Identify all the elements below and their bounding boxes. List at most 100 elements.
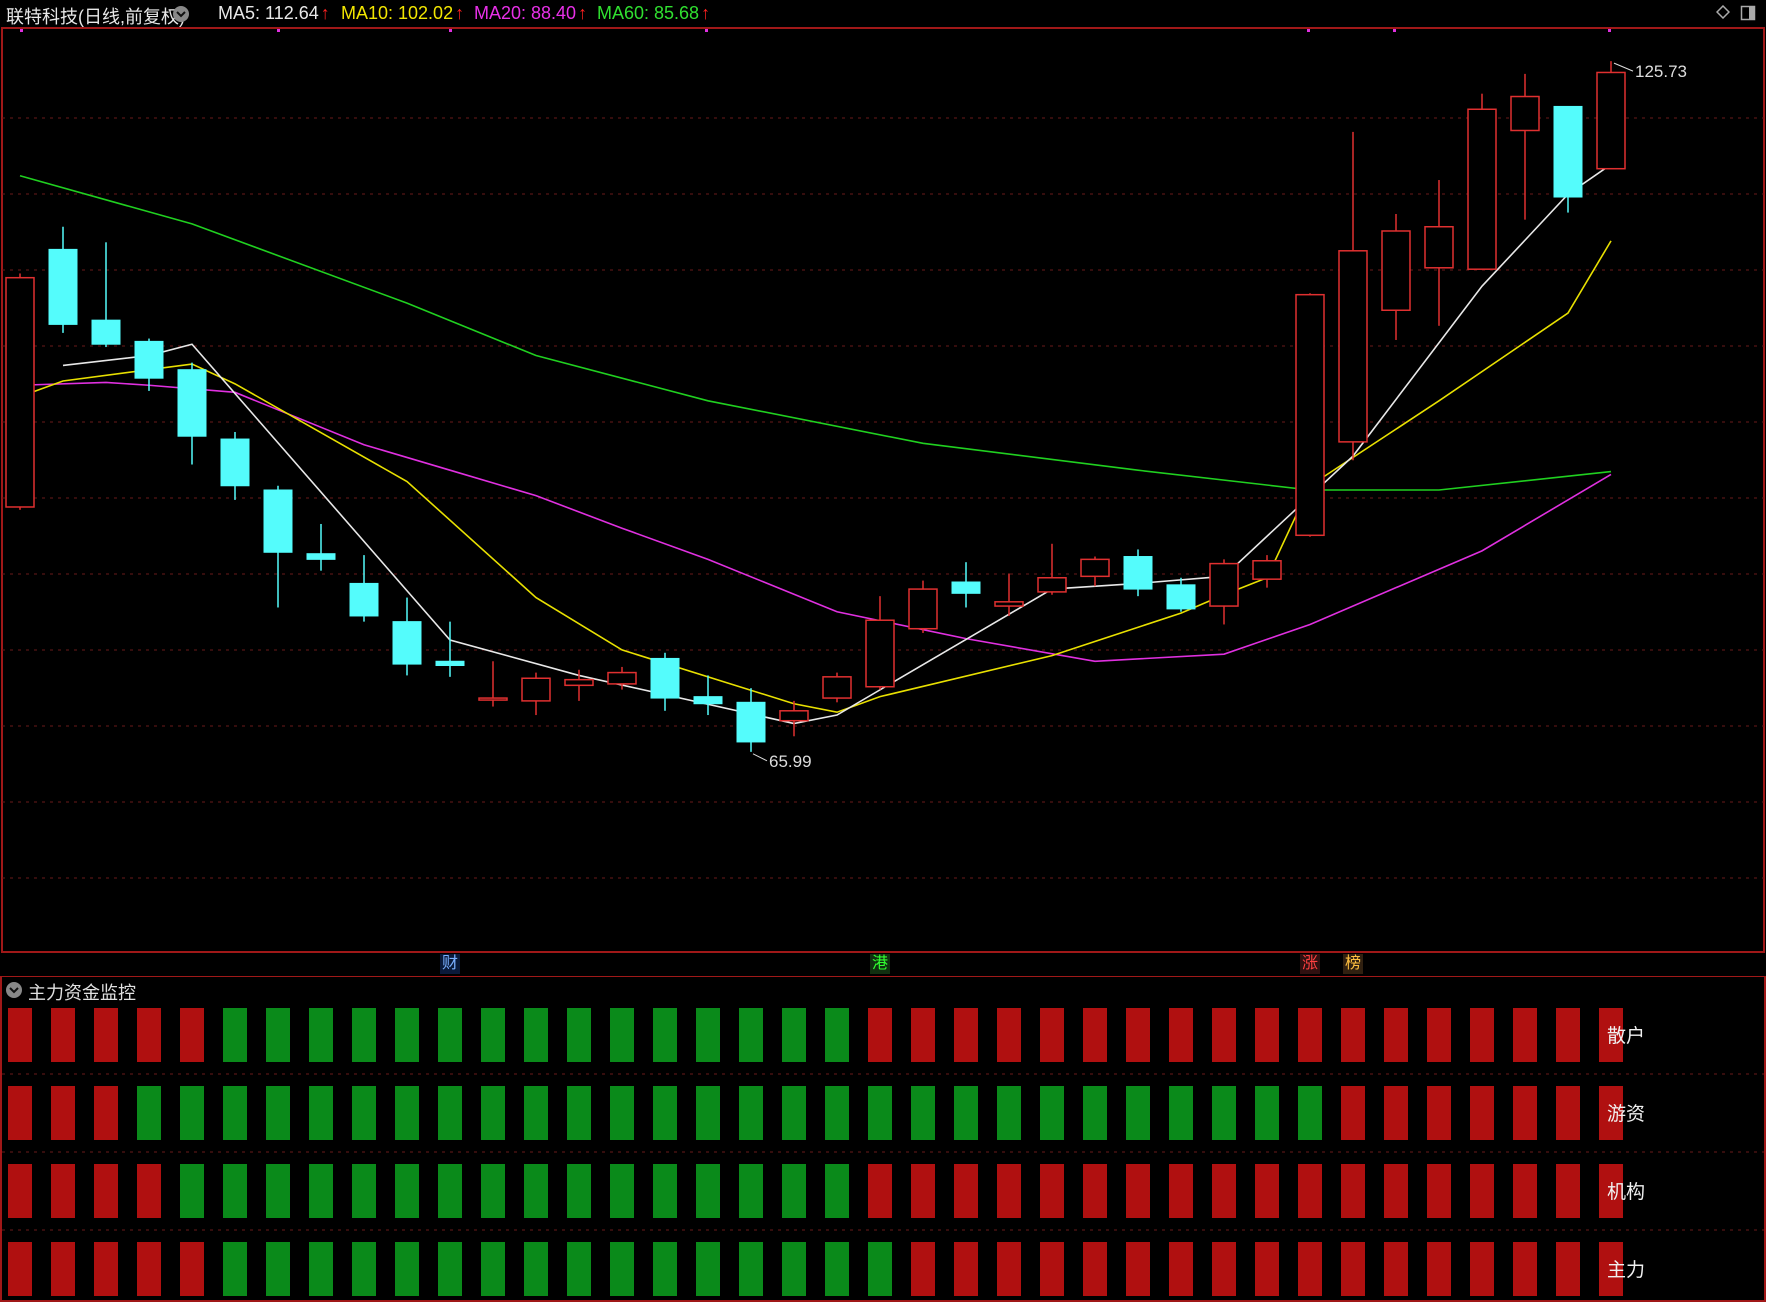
flow-bar (610, 1086, 634, 1140)
flow-bar (1341, 1008, 1365, 1062)
flow-bar (8, 1164, 32, 1218)
flow-row: 主力 (2, 1229, 1764, 1296)
candle (263, 485, 293, 608)
flow-bar (524, 1008, 548, 1062)
flow-bar (1470, 1242, 1494, 1296)
flow-bar (438, 1008, 462, 1062)
flow-bar (1040, 1008, 1064, 1062)
flow-bar (739, 1008, 763, 1062)
candle (1381, 214, 1411, 340)
candle (1338, 131, 1368, 461)
event-marker[interactable]: 涨 (1300, 954, 1321, 974)
flow-bar (1341, 1242, 1365, 1296)
flow-bar (782, 1242, 806, 1296)
flow-bar (1298, 1242, 1322, 1296)
flow-bar (653, 1164, 677, 1218)
event-marker[interactable]: 财 (440, 954, 461, 974)
flow-bar (1470, 1086, 1494, 1140)
flow-bar (567, 1086, 591, 1140)
flow-bar (825, 1086, 849, 1140)
flow-bar (1040, 1164, 1064, 1218)
candle (1596, 61, 1626, 170)
flow-bar (395, 1086, 419, 1140)
flow-bar (481, 1242, 505, 1296)
flow-bar (1212, 1164, 1236, 1218)
event-marker[interactable]: 港 (870, 954, 891, 974)
flow-bar (481, 1164, 505, 1218)
flow-bar (1040, 1242, 1064, 1296)
flow-bar (137, 1242, 161, 1296)
flow-bar (782, 1008, 806, 1062)
flow-bar (1126, 1086, 1150, 1140)
candle (1209, 559, 1239, 625)
flow-bar (1255, 1008, 1279, 1062)
flow-bar (180, 1164, 204, 1218)
candle (951, 562, 981, 608)
flow-bar (1427, 1242, 1451, 1296)
flow-bar (51, 1008, 75, 1062)
flow-bar (266, 1086, 290, 1140)
candle (478, 661, 508, 707)
flow-bar (180, 1008, 204, 1062)
flow-bar (997, 1086, 1021, 1140)
flow-bar (1212, 1008, 1236, 1062)
money-flow-chart[interactable]: 散户游资机构主力 (0, 976, 1766, 1302)
flow-bar (1470, 1164, 1494, 1218)
flow-bar (223, 1242, 247, 1296)
flow-bar (1169, 1164, 1193, 1218)
flow-bar (653, 1086, 677, 1140)
flow-bar (1083, 1008, 1107, 1062)
flow-bar (868, 1242, 892, 1296)
candle (1037, 543, 1067, 595)
flow-bar (911, 1086, 935, 1140)
flow-bar (911, 1164, 935, 1218)
flow-bar (954, 1086, 978, 1140)
flow-bar (352, 1008, 376, 1062)
flow-bar (94, 1164, 118, 1218)
flow-bar (1470, 1008, 1494, 1062)
flow-bar (1556, 1164, 1580, 1218)
flow-bar (1255, 1164, 1279, 1218)
flow-bar (911, 1242, 935, 1296)
candle (1510, 73, 1540, 220)
flow-bar (1427, 1086, 1451, 1140)
flow-bar (352, 1164, 376, 1218)
flow-bar (8, 1086, 32, 1140)
flow-bar (825, 1008, 849, 1062)
flow-bar (868, 1008, 892, 1062)
flow-bar (954, 1242, 978, 1296)
flow-bar (266, 1242, 290, 1296)
flow-bar (1083, 1164, 1107, 1218)
high-price-label: 125.73 (1635, 62, 1687, 81)
ma60-line (19, 175, 1612, 491)
candle (1467, 93, 1497, 270)
flow-bar (567, 1164, 591, 1218)
flow-bar (1341, 1086, 1365, 1140)
flow-bar (911, 1008, 935, 1062)
flow-bar (954, 1164, 978, 1218)
low-price-label: 65.99 (769, 752, 812, 771)
candle (1252, 555, 1282, 588)
flow-bar (739, 1164, 763, 1218)
flow-bar (1384, 1164, 1408, 1218)
flow-bar (1083, 1086, 1107, 1140)
event-marker[interactable]: 榜 (1343, 954, 1364, 974)
flow-bar (610, 1164, 634, 1218)
candle (650, 652, 680, 711)
candle (994, 573, 1024, 616)
flow-bar (1427, 1008, 1451, 1062)
flow-bar (51, 1242, 75, 1296)
flow-bar (1212, 1242, 1236, 1296)
flow-row: 机构 (2, 1151, 1764, 1218)
flow-bar (997, 1008, 1021, 1062)
candle (5, 273, 35, 510)
flow-bar (309, 1164, 333, 1218)
candlestick-chart[interactable]: 125.73 65.99 (0, 0, 1766, 976)
flow-bar (94, 1008, 118, 1062)
flow-bar (223, 1008, 247, 1062)
flow-bar (1384, 1008, 1408, 1062)
flow-bar (137, 1164, 161, 1218)
flow-bar (51, 1086, 75, 1140)
candle (564, 669, 594, 701)
flow-bar (1169, 1086, 1193, 1140)
